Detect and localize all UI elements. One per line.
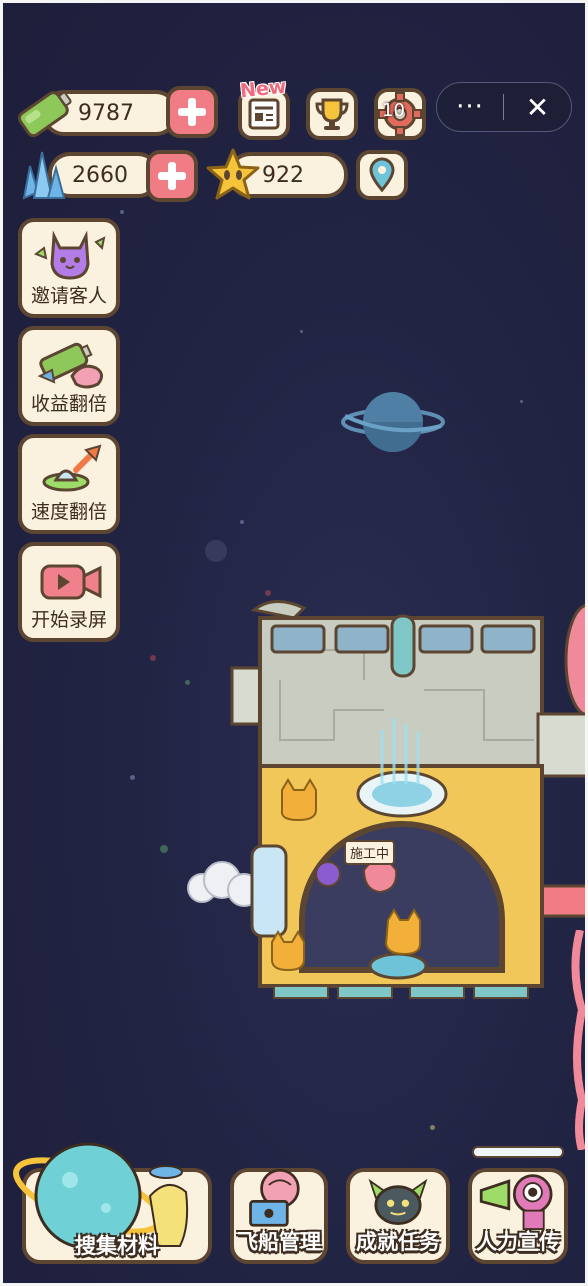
star-dot bbox=[130, 775, 135, 780]
double-speed-button[interactable]: 速度翻倍 bbox=[18, 434, 120, 534]
side-menu-label: 收益翻倍 bbox=[30, 393, 107, 415]
side-menu-label: 速度翻倍 bbox=[30, 501, 107, 523]
purple-cat-icon bbox=[33, 230, 106, 280]
star-dot bbox=[430, 1125, 435, 1130]
news-icon bbox=[248, 98, 280, 130]
add-energy-button[interactable] bbox=[166, 86, 218, 138]
location-button[interactable] bbox=[356, 150, 408, 200]
manpower-promotion-button[interactable]: 人力宣传 bbox=[468, 1168, 568, 1264]
crystal-value: 2660 bbox=[72, 162, 128, 188]
battery-pig-icon bbox=[37, 342, 103, 389]
ship-management-button[interactable]: 飞船管理 bbox=[230, 1168, 328, 1264]
achievement-tasks-button[interactable]: 成就任务 bbox=[346, 1168, 450, 1264]
collect-materials-label-layer: 搜集材料 bbox=[22, 1168, 212, 1264]
crystal-icon bbox=[22, 151, 66, 200]
invite-guests-button[interactable]: 邀请客人 bbox=[18, 218, 120, 318]
energy-value: 9787 bbox=[78, 100, 134, 126]
trophy-icon bbox=[315, 98, 349, 130]
side-menu-label: 邀请客人 bbox=[30, 285, 107, 307]
construction-status-label: 施工中 bbox=[344, 840, 396, 865]
bottom-menu-label: 搜集材料 bbox=[75, 1234, 159, 1258]
star-dot bbox=[240, 520, 244, 524]
bottom-menu-label: 成就任务 bbox=[356, 1230, 440, 1254]
ufo-arrow-icon bbox=[42, 444, 102, 492]
trophy-button[interactable] bbox=[306, 88, 358, 140]
miniprogram-capsule: ··· ✕ bbox=[436, 82, 572, 132]
star-dot bbox=[205, 540, 227, 562]
star-value: 922 bbox=[262, 162, 304, 188]
video-camera-icon bbox=[40, 564, 102, 600]
side-menu-label: 开始录屏 bbox=[30, 609, 107, 631]
star-face-icon bbox=[206, 148, 260, 200]
spaceship-base bbox=[187, 600, 588, 999]
close-button[interactable]: ✕ bbox=[504, 91, 571, 124]
add-crystal-button[interactable] bbox=[146, 150, 198, 202]
location-pin-icon bbox=[369, 157, 395, 193]
star-dot bbox=[120, 210, 124, 214]
star-dot bbox=[150, 655, 156, 661]
star-dot bbox=[300, 330, 303, 333]
battery-icon bbox=[17, 91, 72, 138]
more-menu-button[interactable]: ··· bbox=[437, 94, 503, 120]
settings-badge: 10 bbox=[382, 100, 405, 121]
double-income-button[interactable]: 收益翻倍 bbox=[18, 326, 120, 426]
start-recording-button[interactable]: 开始录屏 bbox=[18, 542, 120, 642]
star-dot bbox=[160, 845, 168, 853]
star-dot bbox=[520, 400, 523, 403]
bottom-menu-label: 飞船管理 bbox=[237, 1230, 321, 1254]
ringed-planet bbox=[341, 392, 445, 452]
bottom-menu-label: 人力宣传 bbox=[476, 1230, 560, 1254]
